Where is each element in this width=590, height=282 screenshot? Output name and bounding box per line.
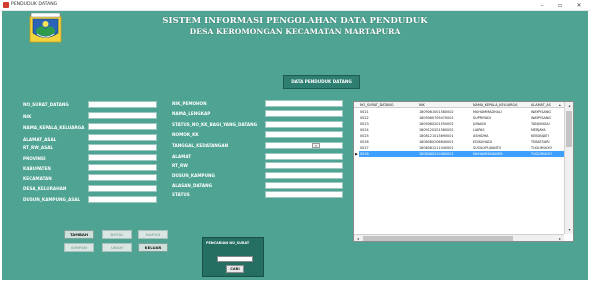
kecamatan-field[interactable] <box>88 174 157 181</box>
alasan-datang-field[interactable] <box>265 182 343 189</box>
label-status: STATUS <box>172 192 190 197</box>
cell-alamat: TUGUMULYO <box>531 152 553 156</box>
minimize-button[interactable]: – <box>533 0 551 11</box>
label-nik-pemohon: NIK_PEMOHON <box>172 101 207 106</box>
label-nik: NIK <box>23 114 32 119</box>
status-no-kk-field[interactable] <box>265 121 343 128</box>
nama-kepala-keluarga-field[interactable] <box>88 123 157 130</box>
label-tanggal-kedatangan: TANGGAL_KEDATANGAN <box>172 143 229 148</box>
maximize-button[interactable]: ▫ <box>551 0 569 11</box>
status-field[interactable] <box>265 191 343 198</box>
form-client-area: SISTEM INFORMASI PENGOLAHAN DATA PENDUDU… <box>2 11 588 280</box>
penduduk-datang-grid[interactable]: NO_SURAT_DATANG NIK NAMA_KEPALA_KELUARGA… <box>353 101 574 242</box>
label-nomor-kk: NOMOR_KK <box>172 132 199 137</box>
app-title: SISTEM INFORMASI PENGOLAHAN DATA PENDUDU… <box>162 16 428 26</box>
window-title: PENDUDUK DATANG <box>11 2 58 7</box>
label-alamat: ALAMAT <box>172 154 192 159</box>
scroll-right-icon[interactable]: ▸ <box>556 235 564 241</box>
label-no-surat-datang: NO_SURAT_DATANG <box>23 102 69 107</box>
calendar-dropdown-icon[interactable]: ▾ <box>312 143 320 148</box>
label-rt-rw-asal: RT_RW_ASAL <box>23 145 54 150</box>
kabupaten-field[interactable] <box>88 164 157 171</box>
nomor-kk-field[interactable] <box>265 131 343 138</box>
provinsi-field[interactable] <box>88 154 157 161</box>
batal-button[interactable]: BATAL <box>102 230 132 239</box>
nik-pemohon-field[interactable] <box>265 100 343 107</box>
scroll-up-icon[interactable]: ▴ <box>565 102 573 110</box>
ubah-button[interactable]: UBAH <box>102 243 132 252</box>
label-nama-kepala-keluarga: NAMA_KEPALA_KELUARGA <box>23 125 85 130</box>
table-row-selected[interactable]: ▶ 0028 1808080510480001 MUHAMMADAMIR TUG… <box>354 151 565 157</box>
col-header-no-surat[interactable]: NO_SURAT_DATANG <box>360 102 416 108</box>
rt-rw-asal-field[interactable] <box>88 144 157 151</box>
label-status-no-kk: STATUS_NO_KK_BAGI_YANG_DATANG <box>172 122 258 127</box>
title-bar: PENDUDUK DATANG – ▫ ✕ <box>0 0 590 11</box>
tambah-button[interactable]: TAMBAH <box>64 230 94 239</box>
app-icon <box>3 2 9 8</box>
nik-field[interactable] <box>88 112 157 119</box>
label-dusun-kampung: DUSUN_KAMPUNG <box>172 173 215 178</box>
grid-vertical-scrollbar[interactable]: ▴ ▾ <box>564 102 573 234</box>
keluar-button[interactable]: KELUAR <box>138 243 168 252</box>
col-header-alamat[interactable]: ALAMAT_AS <box>531 102 561 108</box>
hapus-button[interactable]: HAPUS <box>138 230 168 239</box>
label-desa-kelurahan: DESA_KELURAHAN <box>23 186 67 191</box>
label-kabupaten: KABUPATEN <box>23 166 51 171</box>
scroll-left-icon[interactable]: ◂ <box>354 235 362 241</box>
search-no-surat-input[interactable] <box>217 256 253 262</box>
close-button[interactable]: ✕ <box>570 0 588 11</box>
alamat-asal-field[interactable] <box>88 134 157 141</box>
horizontal-scroll-thumb[interactable] <box>363 236 513 241</box>
data-penduduk-datang-button[interactable]: DATA PENDUDUK DATANG <box>283 75 360 89</box>
cell-nama: MUHAMMADAMIR <box>473 152 503 156</box>
rt-rw-field[interactable] <box>265 162 343 169</box>
no-surat-datang-field[interactable] <box>88 101 157 108</box>
desa-kelurahan-field[interactable] <box>88 185 157 192</box>
scroll-down-icon[interactable]: ▾ <box>565 226 573 234</box>
label-alasan-datang: ALASAN_DATANG <box>172 183 213 188</box>
label-dusun-kampung-asal: DUSUN_KAMPUNG_ASAL <box>23 197 81 202</box>
simpan-button[interactable]: SIMPAN <box>64 243 94 252</box>
search-panel-title: PENCARIAN NO_SURAT <box>206 241 250 245</box>
dusun-kampung-field[interactable] <box>265 172 343 179</box>
label-nama-lengkap: NAMA_LENGKAP <box>172 111 211 116</box>
cari-button[interactable]: CARI <box>226 265 244 273</box>
label-alamat-asal: ALAMAT_ASAL <box>23 137 57 142</box>
label-provinsi: PROVINSI <box>23 156 46 161</box>
grid-horizontal-scrollbar[interactable]: ◂ ▸ <box>354 234 564 241</box>
label-rt-rw: RT_RW <box>172 163 188 168</box>
dusun-kampung-asal-field[interactable] <box>88 196 157 203</box>
col-header-nik[interactable]: NIK <box>419 102 469 108</box>
col-header-nama-kk[interactable]: NAMA_KEPALA_KELUARGA <box>473 102 530 108</box>
vertical-scroll-thumb[interactable] <box>566 111 572 147</box>
app-subtitle: DESA KEROMONGAN KECAMATAN MARTAPURA <box>189 27 401 36</box>
label-kecamatan: KECAMATAN <box>23 176 52 181</box>
grid-header: NO_SURAT_DATANG NIK NAMA_KEPALA_KELUARGA… <box>354 102 565 108</box>
cell-nik: 1808080510480001 <box>419 152 454 156</box>
nama-lengkap-field[interactable] <box>265 110 343 117</box>
cell-no-surat: 0028 <box>360 152 369 156</box>
search-panel: PENCARIAN NO_SURAT CARI <box>202 237 264 277</box>
current-row-indicator-icon: ▶ <box>354 151 359 157</box>
alamat-field[interactable] <box>265 153 343 160</box>
tanggal-kedatangan-picker[interactable]: ▾ <box>265 142 343 149</box>
